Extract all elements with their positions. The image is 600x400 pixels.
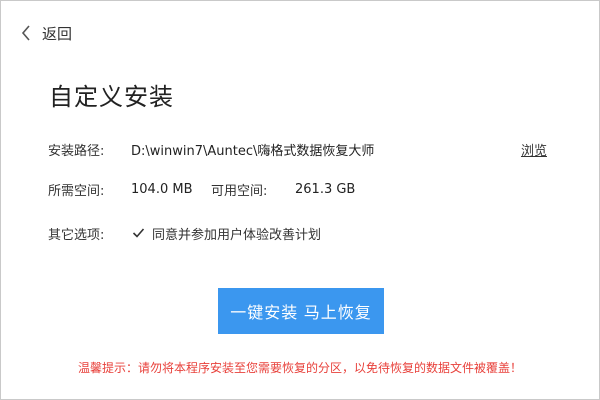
options-label: 其它选项:	[48, 227, 105, 243]
one-click-install-button[interactable]: 一键安装 马上恢复	[218, 288, 384, 334]
options-row: 其它选项: 同意并参加用户体验改善计划	[48, 222, 321, 244]
install-path-value[interactable]: D:\winwin7\Auntec\嗨格式数据恢复大师	[131, 140, 521, 159]
required-space-label: 所需空间:	[48, 183, 105, 199]
page-title: 自定义安装	[49, 83, 174, 111]
back-label: 返回	[42, 24, 73, 43]
experience-program-label[interactable]: 同意并参加用户体验改善计划	[152, 224, 321, 243]
back-button[interactable]: 返回	[21, 22, 72, 44]
required-space-value: 104.0 MB	[131, 181, 193, 197]
chevron-left-icon	[21, 22, 35, 44]
checkmark-icon	[132, 228, 144, 238]
warning-text: 温馨提示：请勿将本程序安装至您需要恢复的分区，以免待恢复的数据文件被覆盖！	[77, 361, 522, 375]
available-space-value: 261.3 GB	[295, 181, 356, 197]
install-path-row: 安装路径: D:\winwin7\Auntec\嗨格式数据恢复大师 浏览	[48, 138, 553, 160]
browse-link[interactable]: 浏览	[521, 140, 547, 159]
available-space-label: 可用空间:	[211, 183, 268, 199]
installer-window: 返回 自定义安装 安装路径: D:\winwin7\Auntec\嗨格式数据恢复…	[0, 0, 600, 400]
experience-program-checkbox[interactable]	[131, 226, 145, 240]
install-path-label: 安装路径:	[48, 143, 105, 159]
space-row: 所需空间: 104.0 MB 可用空间: 261.3 GB	[48, 178, 355, 200]
